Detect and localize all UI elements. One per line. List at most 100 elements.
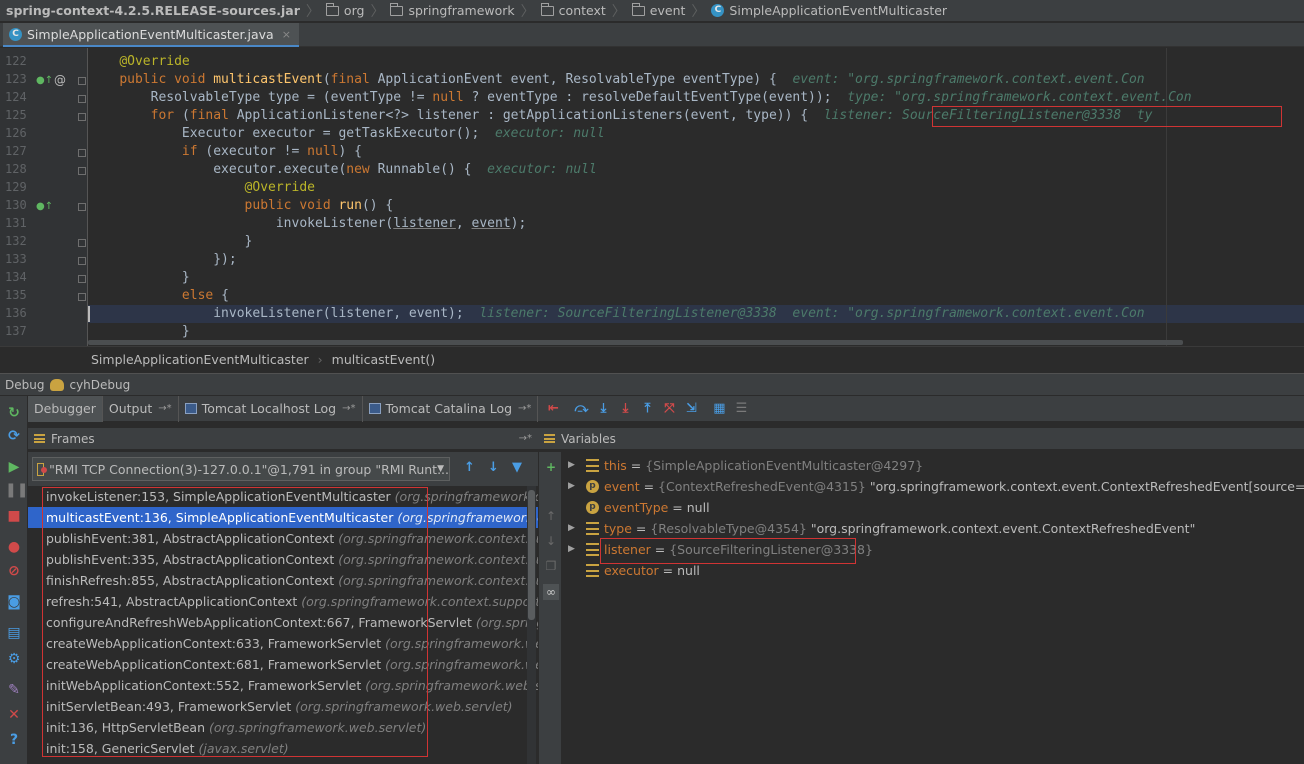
pin-tab-icon[interactable]: →* bbox=[342, 403, 355, 414]
class-icon: C bbox=[9, 27, 22, 41]
fold-marker-icon[interactable] bbox=[78, 149, 86, 157]
variable-row-event[interactable]: ▶ p event = {ContextRefreshedEvent@4315}… bbox=[563, 476, 1304, 497]
expand-icon[interactable]: ▶ bbox=[568, 539, 575, 560]
override-gutter-icon[interactable]: ●↑ bbox=[36, 75, 53, 86]
move-up-icon[interactable]: ↑ bbox=[543, 508, 559, 524]
watches-toggle-icon[interactable]: ∞ bbox=[543, 584, 559, 600]
fold-marker-icon[interactable] bbox=[78, 293, 86, 301]
breadcrumb-folder-springframework[interactable]: springframework bbox=[386, 0, 518, 21]
field-icon bbox=[586, 522, 599, 535]
fold-marker-icon[interactable] bbox=[78, 77, 86, 85]
copy-icon[interactable]: ❐ bbox=[543, 558, 559, 574]
breadcrumb-class[interactable]: C SimpleApplicationEventMulticaster bbox=[707, 0, 951, 21]
frames-icon bbox=[34, 434, 45, 443]
pin-icon[interactable]: ✎ bbox=[5, 681, 23, 699]
line-number: 129 bbox=[5, 180, 27, 194]
help-icon[interactable]: ? bbox=[5, 731, 23, 749]
code-editor[interactable]: 122 123 124 125 126 127 128 129 130 131 … bbox=[0, 48, 1304, 346]
variable-row-type[interactable]: ▶ type = {ResolvableType@4354} "org.spri… bbox=[563, 518, 1304, 539]
previous-frame-icon[interactable]: ↑ bbox=[464, 460, 475, 475]
fold-marker-icon[interactable] bbox=[78, 95, 86, 103]
variables-icon bbox=[544, 434, 555, 443]
inline-debug-hint: executor: null bbox=[487, 162, 597, 177]
bug-icon bbox=[50, 378, 65, 391]
editor-breadcrumb-class[interactable]: SimpleApplicationEventMulticaster bbox=[91, 352, 309, 367]
frames-panel-header: Frames →* bbox=[28, 428, 538, 450]
variable-text: eventType = null bbox=[604, 500, 710, 515]
close-icon[interactable]: × bbox=[282, 28, 291, 41]
fold-marker-icon[interactable] bbox=[78, 239, 86, 247]
text-caret bbox=[88, 306, 90, 322]
step-into-icon[interactable]: ⤓ bbox=[592, 398, 614, 420]
tab-debugger[interactable]: Debugger bbox=[28, 395, 103, 422]
fold-marker-icon[interactable] bbox=[78, 167, 86, 175]
variables-tree[interactable]: ▶ this = {SimpleApplicationEventMulticas… bbox=[563, 452, 1304, 764]
editor-breadcrumb-method[interactable]: multicastEvent() bbox=[332, 352, 435, 367]
breadcrumb-separator: 〉 bbox=[691, 3, 706, 20]
force-step-into-icon[interactable]: ⤓ bbox=[614, 398, 636, 420]
pause-icon[interactable]: ❚❚ bbox=[5, 481, 28, 499]
frames-list[interactable]: invokeListener:153, SimpleApplicationEve… bbox=[28, 486, 538, 764]
mute-breakpoints-icon[interactable]: ⊘ bbox=[5, 562, 23, 580]
variable-row-eventtype[interactable]: p eventType = null bbox=[563, 497, 1304, 518]
expand-icon[interactable]: ▶ bbox=[568, 518, 575, 539]
refresh-icon[interactable]: ⟳ bbox=[5, 427, 23, 445]
next-frame-icon[interactable]: ↓ bbox=[488, 460, 499, 475]
horizontal-scrollbar[interactable] bbox=[88, 340, 1183, 345]
annotation-gutter-icon[interactable]: @ bbox=[54, 73, 66, 87]
breadcrumb-folder-event[interactable]: event bbox=[628, 0, 690, 21]
line-number: 135 bbox=[5, 288, 27, 302]
editor-tab-bar: C SimpleApplicationEventMulticaster.java… bbox=[0, 23, 1304, 47]
breadcrumb-folder-org[interactable]: org bbox=[322, 0, 369, 21]
folder-icon bbox=[540, 2, 554, 16]
tab-tomcat-localhost-log[interactable]: Tomcat Localhost Log →* bbox=[179, 395, 363, 422]
gear-icon[interactable]: ⚙ bbox=[5, 650, 23, 668]
stop-icon[interactable]: ■ bbox=[5, 507, 23, 525]
drop-frame-icon[interactable]: ⤧ bbox=[658, 398, 680, 420]
run-to-cursor-icon[interactable]: ⇲ bbox=[680, 398, 702, 420]
breadcrumb-folder-context[interactable]: context bbox=[537, 0, 610, 21]
variable-row-this[interactable]: ▶ this = {SimpleApplicationEventMulticas… bbox=[563, 455, 1304, 476]
fold-marker-icon[interactable] bbox=[78, 113, 86, 121]
pin-tab-icon[interactable]: →* bbox=[518, 403, 531, 414]
fold-marker-icon[interactable] bbox=[78, 275, 86, 283]
editor-tab[interactable]: C SimpleApplicationEventMulticaster.java… bbox=[3, 23, 299, 47]
fold-marker-icon[interactable] bbox=[78, 257, 86, 265]
tab-tomcat-catalina-log[interactable]: Tomcat Catalina Log →* bbox=[363, 395, 539, 422]
close-icon[interactable]: ✕ bbox=[5, 706, 23, 724]
line-number: 131 bbox=[5, 216, 27, 230]
parameter-icon: p bbox=[586, 501, 599, 514]
line-number: 136 bbox=[5, 306, 27, 320]
navigation-bar: spring-context-4.2.5.RELEASE-sources.jar… bbox=[0, 0, 1304, 22]
breadcrumb-label: context bbox=[558, 3, 606, 18]
rerun-icon[interactable]: ↻ bbox=[5, 404, 23, 422]
filter-icon[interactable]: ▼ bbox=[512, 460, 522, 475]
new-watch-icon[interactable]: + bbox=[543, 459, 559, 475]
view-breakpoints-icon[interactable]: ● bbox=[5, 538, 23, 556]
override-gutter-icon[interactable]: ●↑ bbox=[36, 201, 53, 212]
camera-icon[interactable]: ◙ bbox=[5, 593, 23, 611]
line-number: 127 bbox=[5, 144, 27, 158]
restore-layout-icon[interactable]: ▤ bbox=[5, 624, 23, 642]
step-over-icon[interactable]: ⤼ bbox=[570, 398, 592, 420]
breadcrumb-jar[interactable]: spring-context-4.2.5.RELEASE-sources.jar bbox=[0, 0, 304, 21]
move-down-icon[interactable]: ↓ bbox=[543, 533, 559, 549]
expand-icon[interactable]: ▶ bbox=[568, 476, 575, 497]
show-execution-point-icon[interactable]: ⇤ bbox=[542, 398, 564, 420]
expand-icon[interactable]: ▶ bbox=[568, 455, 575, 476]
thread-select-value: "RMI TCP Connection(3)-127.0.0.1"@1,791 … bbox=[49, 461, 449, 477]
resume-icon[interactable]: ▶ bbox=[5, 458, 23, 476]
trace-icon[interactable]: ☰ bbox=[730, 398, 752, 420]
frames-scrollbar[interactable] bbox=[527, 486, 536, 764]
variables-panel-header: Variables bbox=[538, 428, 1304, 450]
scrollbar-thumb[interactable] bbox=[528, 490, 535, 620]
evaluate-expression-icon[interactable]: ▦ bbox=[708, 398, 730, 420]
tab-output[interactable]: Output →* bbox=[103, 395, 179, 422]
tab-label: Output bbox=[108, 401, 153, 416]
fold-marker-icon[interactable] bbox=[78, 203, 86, 211]
pin-panel-icon[interactable]: →* bbox=[519, 433, 532, 444]
thread-select[interactable]: "RMI TCP Connection(3)-127.0.0.1"@1,791 … bbox=[32, 457, 450, 481]
line-number: 133 bbox=[5, 252, 27, 266]
pin-tab-icon[interactable]: →* bbox=[158, 403, 171, 414]
step-out-icon[interactable]: ⤒ bbox=[636, 398, 658, 420]
